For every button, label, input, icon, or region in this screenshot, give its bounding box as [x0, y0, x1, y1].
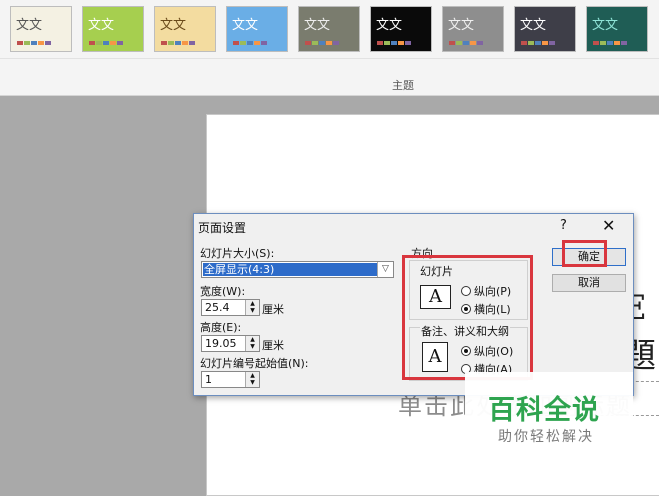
width-label: 宽度(W): [200, 285, 246, 298]
theme-sample-text: 文文 [160, 18, 187, 33]
theme-sample-text: 文文 [592, 18, 619, 33]
cancel-button[interactable]: 取消 [552, 274, 626, 292]
close-icon[interactable]: ✕ [602, 216, 615, 235]
start-number-label: 幻灯片编号起始值(N): [200, 357, 309, 370]
slide-size-value: 全屏显示(4:3) [203, 263, 377, 276]
theme-sample-text: 文文 [304, 18, 331, 33]
ribbon: 文文 文文 文文 文文 文文 文文 文文 文文 文文 主题 [0, 0, 659, 96]
start-number-spinner-icon[interactable]: ▲ ▼ [245, 372, 259, 387]
width-value: 25.4 [205, 301, 230, 314]
theme-color-swatches [161, 41, 195, 45]
width-spinner-icon[interactable]: ▲ ▼ [245, 300, 259, 315]
watermark-title: 百科全说 [488, 395, 600, 426]
height-label: 高度(E): [200, 321, 242, 334]
theme-sample-text: 文文 [448, 18, 475, 33]
height-spinner-icon[interactable]: ▲ ▼ [245, 336, 259, 351]
theme-sample-text: 文文 [376, 18, 403, 33]
highlight-orientation-box [402, 255, 533, 380]
height-input[interactable]: 19.05 ▲ ▼ [201, 335, 260, 352]
theme-thumbnail[interactable]: 文文 [226, 6, 288, 52]
theme-sample-text: 文文 [88, 18, 115, 33]
theme-thumbnail[interactable]: 文文 [442, 6, 504, 52]
theme-color-swatches [449, 41, 483, 45]
start-number-input[interactable]: 1 ▲ ▼ [201, 371, 260, 388]
theme-color-swatches [305, 41, 339, 45]
theme-thumbnail[interactable]: 文文 [10, 6, 72, 52]
theme-sample-text: 文文 [520, 18, 547, 33]
width-input[interactable]: 25.4 ▲ ▼ [201, 299, 260, 316]
slide-size-select[interactable]: 全屏显示(4:3) ▽ [201, 261, 394, 278]
theme-thumbnail[interactable]: 文文 [154, 6, 216, 52]
help-icon[interactable]: ? [560, 218, 567, 233]
theme-thumbnail[interactable]: 文文 [586, 6, 648, 52]
theme-thumbnail[interactable]: 文文 [514, 6, 576, 52]
watermark: 百科全说 助你轻松解决 [465, 372, 633, 450]
theme-thumbnail[interactable]: 文文 [298, 6, 360, 52]
start-number-value: 1 [205, 373, 212, 386]
highlight-ok-box [562, 240, 607, 267]
height-unit: 厘米 [262, 339, 284, 352]
theme-thumbnail[interactable]: 文文 [370, 6, 432, 52]
watermark-subtitle: 助你轻松解决 [498, 429, 594, 445]
theme-color-swatches [593, 41, 627, 45]
slide-size-label: 幻灯片大小(S): [200, 247, 275, 260]
theme-color-swatches [377, 41, 411, 45]
height-value: 19.05 [205, 337, 237, 350]
theme-color-swatches [17, 41, 51, 45]
theme-color-swatches [233, 41, 267, 45]
chevron-down-icon[interactable]: ▽ [377, 262, 393, 277]
theme-color-swatches [521, 41, 555, 45]
ribbon-divider [0, 58, 659, 59]
theme-color-swatches [89, 41, 123, 45]
width-unit: 厘米 [262, 303, 284, 316]
ribbon-group-label: 主题 [392, 79, 414, 92]
theme-thumbnail[interactable]: 文文 [82, 6, 144, 52]
dialog-title: 页面设置 [198, 221, 247, 235]
theme-sample-text: 文文 [16, 18, 43, 33]
theme-sample-text: 文文 [232, 18, 259, 33]
